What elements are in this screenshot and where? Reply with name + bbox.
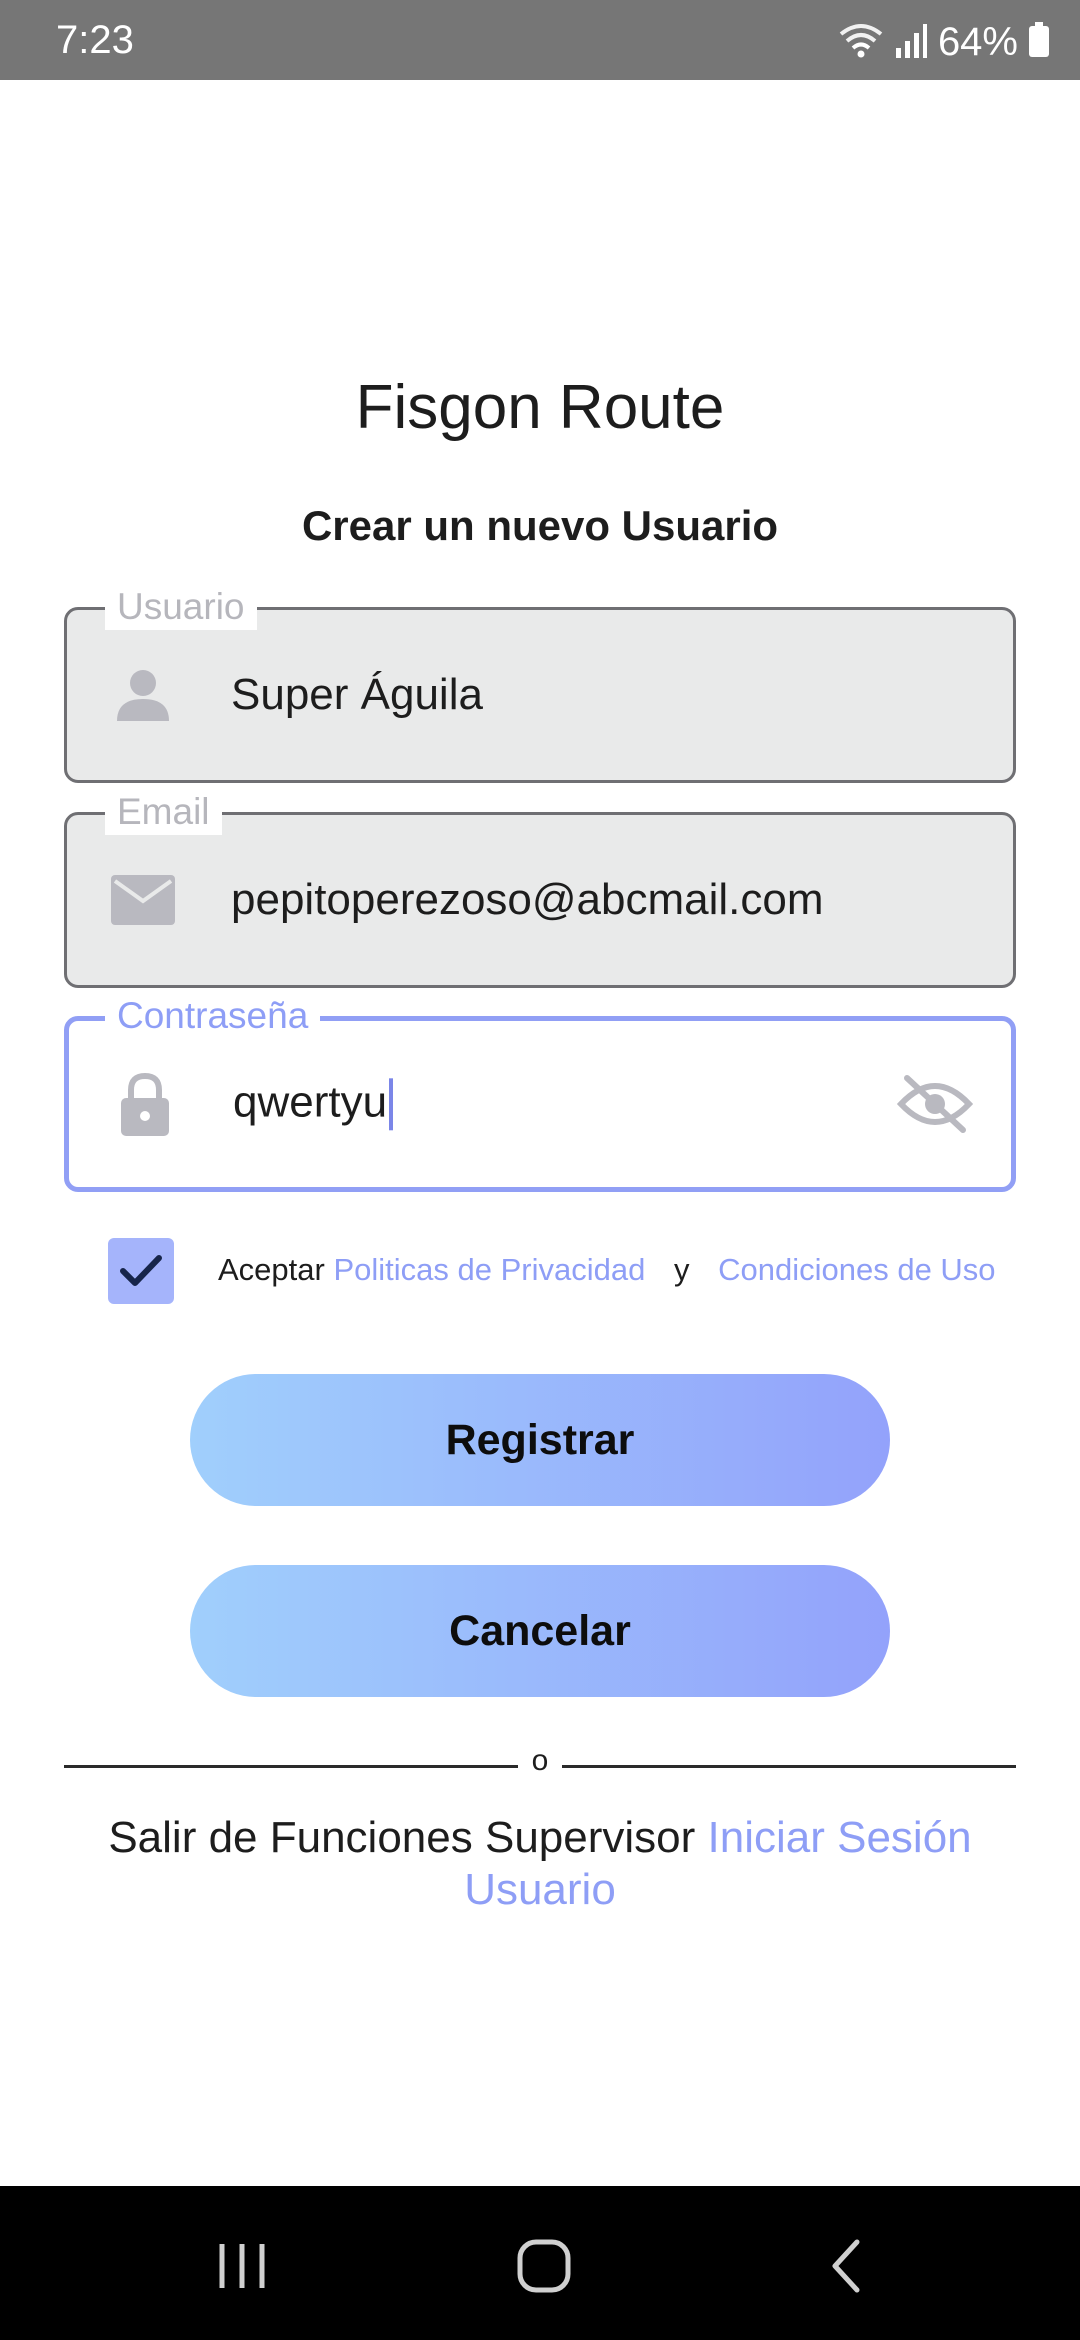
- footer-text: Salir de Funciones Supervisor Iniciar Se…: [60, 1812, 1020, 1916]
- check-icon: [120, 1255, 162, 1286]
- back-icon[interactable]: [798, 2226, 898, 2306]
- terms-checkbox[interactable]: [108, 1238, 174, 1304]
- terms-text: Aceptar Politicas de Privacidad y Condic…: [218, 1252, 996, 1288]
- username-label: Usuario: [105, 584, 257, 630]
- status-icons: 64%: [838, 18, 1050, 66]
- terms-of-use-link[interactable]: Condiciones de Uso: [718, 1252, 995, 1287]
- username-field[interactable]: Usuario Super Águila: [64, 584, 1016, 783]
- terms-prefix: Aceptar: [218, 1252, 325, 1287]
- divider-left: [64, 1765, 518, 1768]
- cancel-button[interactable]: Cancelar: [190, 1565, 890, 1697]
- password-field[interactable]: Contraseña qwertyu: [64, 993, 1016, 1192]
- terms-row: Aceptar Politicas de Privacidad y Condic…: [108, 1238, 1048, 1304]
- divider-right: [562, 1765, 1016, 1768]
- person-icon: [109, 661, 177, 729]
- status-bar: 7:23 64%: [0, 0, 1080, 80]
- terms-conjunction: y: [673, 1252, 690, 1287]
- home-icon[interactable]: [494, 2226, 594, 2306]
- divider-text: o: [531, 1744, 549, 1777]
- email-field[interactable]: Email pepitoperezoso@abcmail.com: [64, 789, 1016, 988]
- password-input[interactable]: qwertyu: [233, 1077, 394, 1131]
- mail-icon: [109, 866, 177, 934]
- app-title: Fisgon Route: [355, 373, 725, 442]
- wifi-icon: [838, 20, 884, 65]
- battery-icon: [1028, 21, 1050, 63]
- recent-apps-icon[interactable]: [192, 2226, 292, 2306]
- username-value: Super Águila: [231, 670, 483, 719]
- email-label: Email: [105, 789, 222, 835]
- footer-label: Salir de Funciones Supervisor: [108, 1813, 696, 1862]
- signal-icon: [894, 20, 928, 65]
- page-subtitle: Crear un nuevo Usuario: [301, 502, 779, 549]
- navigation-bar: [0, 2186, 1080, 2340]
- lock-icon: [111, 1070, 179, 1138]
- battery-percentage: 64%: [937, 19, 1018, 64]
- register-button[interactable]: Registrar: [190, 1374, 890, 1506]
- text-caret: [389, 1078, 394, 1131]
- password-value: qwertyu: [233, 1077, 388, 1127]
- eye-off-icon[interactable]: [895, 1064, 975, 1144]
- password-label: Contraseña: [105, 993, 321, 1039]
- status-time: 7:23: [56, 18, 134, 62]
- privacy-policy-link[interactable]: Politicas de Privacidad: [333, 1252, 645, 1287]
- email-value: pepitoperezoso@abcmail.com: [231, 875, 824, 924]
